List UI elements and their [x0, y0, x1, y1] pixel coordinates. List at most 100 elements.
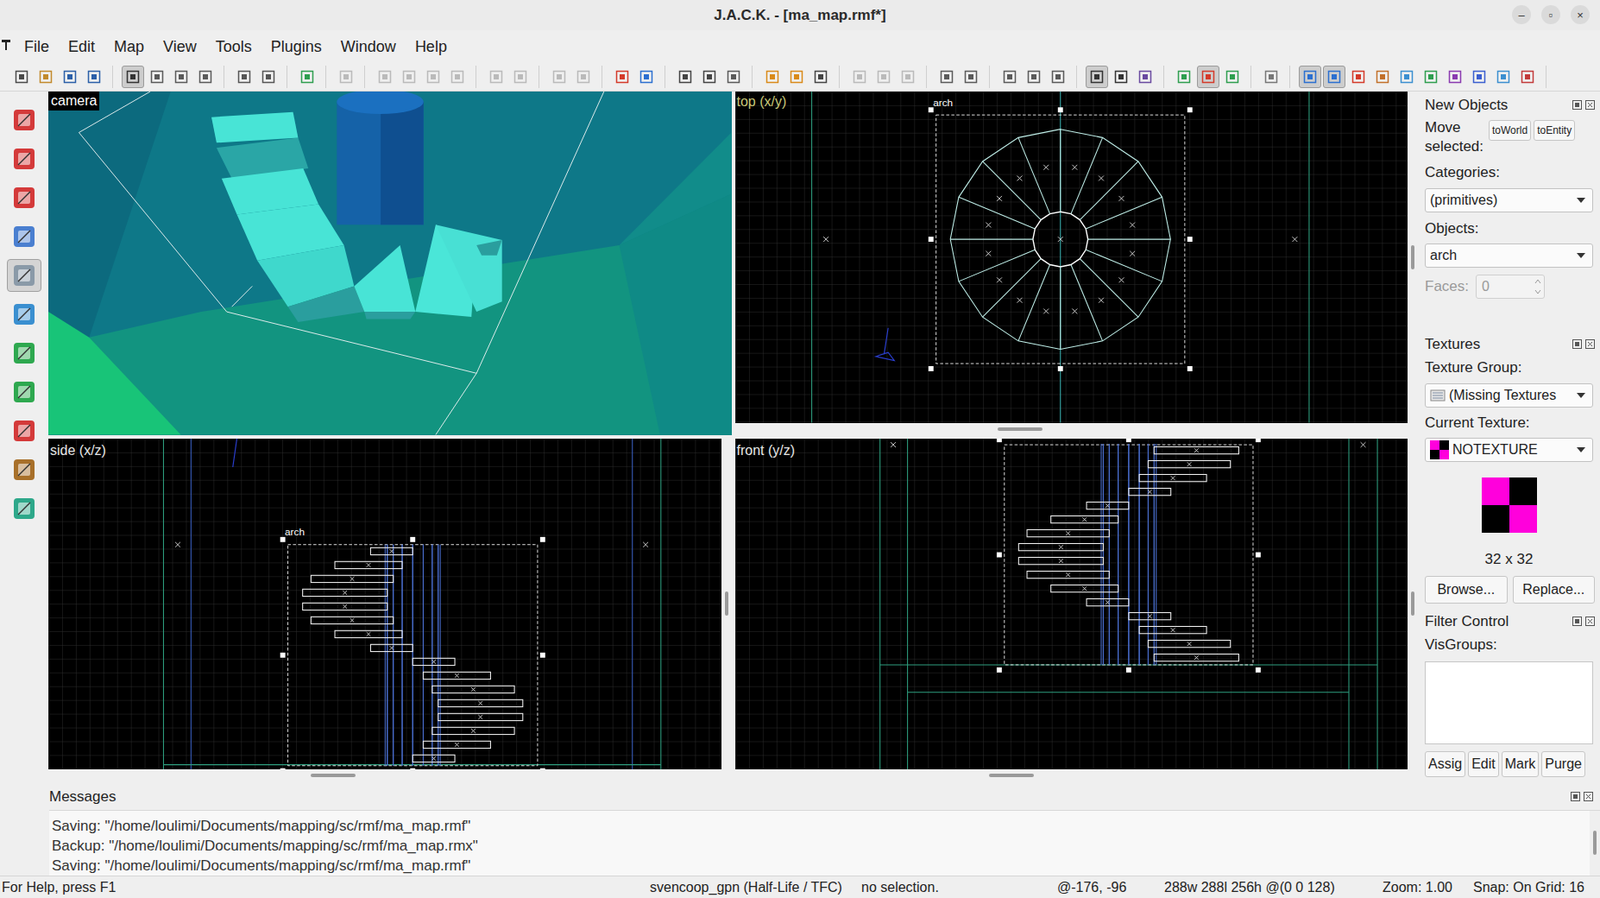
toolbar-button[interactable]	[872, 65, 895, 89]
tool-button[interactable]	[6, 414, 42, 448]
close-icon[interactable]	[1583, 791, 1594, 801]
toolbar-button[interactable]	[82, 65, 106, 89]
texture-group-select[interactable]: (Missing Textures	[1424, 383, 1594, 408]
top-viewport[interactable]: archtop (x/y)	[735, 91, 1419, 435]
toolbar-button[interactable]	[548, 65, 571, 89]
toolbar-button[interactable]	[1467, 65, 1491, 89]
toolbar-button[interactable]	[296, 65, 319, 89]
float-icon[interactable]	[1572, 339, 1582, 349]
toolbar-button[interactable]	[58, 65, 82, 89]
menu-item[interactable]: Edit	[68, 35, 95, 59]
menu-item[interactable]: Window	[340, 35, 397, 59]
toolbar-button[interactable]	[1109, 65, 1133, 89]
scroll-thumb[interactable]	[724, 591, 729, 616]
window-control[interactable]: ▫	[1541, 5, 1561, 25]
toolbar-button[interactable]	[572, 65, 595, 89]
horizontal-scrollbar[interactable]	[735, 422, 1419, 435]
toolbar-button[interactable]	[145, 65, 169, 89]
toolbar-button[interactable]	[1419, 65, 1443, 89]
horizontal-scrollbar[interactable]	[735, 768, 1419, 782]
tool-button[interactable]	[6, 297, 42, 331]
button[interactable]: toEntity	[1533, 119, 1575, 141]
float-icon[interactable]	[1570, 791, 1581, 801]
toolbar-button[interactable]	[635, 65, 658, 89]
scroll-thumb[interactable]	[1411, 591, 1415, 616]
button[interactable]: Assig	[1424, 750, 1466, 777]
float-icon[interactable]	[1572, 616, 1582, 626]
menu-item[interactable]: File	[24, 35, 50, 59]
tool-button[interactable]	[6, 491, 42, 525]
viewport-canvas[interactable]: arch	[735, 91, 1409, 423]
toolbar-button[interactable]	[611, 65, 634, 89]
toolbar-button[interactable]	[121, 65, 145, 89]
tool-button[interactable]	[6, 103, 42, 137]
toolbar-button[interactable]	[674, 65, 697, 89]
front-viewport[interactable]: front (y/z)	[735, 438, 1419, 782]
toolbar-button[interactable]	[698, 65, 721, 89]
close-icon[interactable]	[1585, 339, 1595, 349]
toolbar-button[interactable]	[485, 65, 508, 89]
toolbar-button[interactable]	[1133, 65, 1157, 89]
button[interactable]: Replace...	[1512, 575, 1596, 604]
vertical-scrollbar[interactable]	[1589, 810, 1600, 876]
viewport-canvas[interactable]	[735, 438, 1409, 770]
tool-button[interactable]	[6, 336, 42, 370]
toolbar-button[interactable]	[1085, 65, 1109, 89]
scroll-thumb[interactable]	[988, 773, 1034, 777]
texture-select[interactable]: NOTEXTURE	[1424, 437, 1594, 462]
menu-item[interactable]: View	[163, 35, 197, 59]
tool-button[interactable]	[6, 220, 42, 253]
toolbar-button[interactable]	[998, 65, 1021, 89]
vertical-scrollbar[interactable]	[1407, 91, 1418, 423]
tool-button[interactable]	[6, 453, 42, 486]
scroll-thumb[interactable]	[310, 773, 356, 777]
toolbar-button[interactable]	[1022, 65, 1046, 89]
toolbar-button[interactable]	[1395, 65, 1418, 89]
menu-item[interactable]: Help	[415, 35, 448, 59]
toolbar-button[interactable]	[257, 65, 280, 89]
toolbar-button[interactable]	[233, 65, 256, 89]
close-icon[interactable]	[1585, 616, 1595, 626]
toolbar-button[interactable]	[334, 65, 358, 89]
messages-log[interactable]: Saving: "/home/loulimi/Documents/mapping…	[49, 810, 1590, 876]
window-control[interactable]: –	[1511, 5, 1531, 25]
toolbar-button[interactable]	[373, 65, 397, 89]
camera-canvas[interactable]	[48, 91, 732, 435]
toolbar-button[interactable]	[848, 65, 871, 89]
toolbar-button[interactable]	[1046, 65, 1070, 89]
menu-item[interactable]: Tools	[215, 35, 252, 59]
viewport-canvas[interactable]: arch	[48, 438, 722, 770]
toolbar-button[interactable]	[1322, 65, 1346, 89]
toolbar-button[interactable]	[1196, 65, 1220, 89]
object-select[interactable]: arch	[1424, 243, 1594, 268]
vertical-scrollbar[interactable]	[721, 438, 732, 770]
toolbar-button[interactable]	[509, 65, 532, 89]
toolbar-button[interactable]	[1298, 65, 1322, 89]
toolbar-button[interactable]	[170, 65, 193, 89]
tool-button[interactable]	[6, 375, 42, 409]
toolbar-button[interactable]	[761, 65, 784, 89]
tool-button[interactable]	[6, 142, 42, 176]
visgroups-list[interactable]	[1424, 661, 1594, 744]
toolbar-button[interactable]	[1516, 65, 1539, 89]
horizontal-scrollbar[interactable]	[48, 768, 732, 782]
toolbar-button[interactable]	[959, 65, 983, 89]
toolbar-button[interactable]	[34, 65, 57, 89]
menu-item[interactable]: Plugins	[270, 35, 322, 59]
toolbar-button[interactable]	[722, 65, 745, 89]
menu-item[interactable]: Map	[113, 35, 145, 59]
vertical-scrollbar[interactable]	[1407, 438, 1418, 770]
toolbar-button[interactable]	[1371, 65, 1394, 89]
toolbar-button[interactable]	[446, 65, 469, 89]
toolbar-button[interactable]	[194, 65, 217, 89]
toolbar-button[interactable]	[1259, 65, 1283, 89]
button[interactable]: Browse...	[1424, 575, 1508, 604]
tool-button[interactable]	[6, 258, 42, 292]
faces-input[interactable]: 0	[1475, 274, 1545, 299]
toolbar-button[interactable]	[1492, 65, 1515, 89]
toolbar-button[interactable]	[422, 65, 445, 89]
toolbar-button[interactable]	[809, 65, 832, 89]
button[interactable]: Edit	[1467, 750, 1500, 777]
button[interactable]: Purge	[1541, 750, 1586, 777]
scroll-thumb[interactable]	[1593, 830, 1597, 855]
